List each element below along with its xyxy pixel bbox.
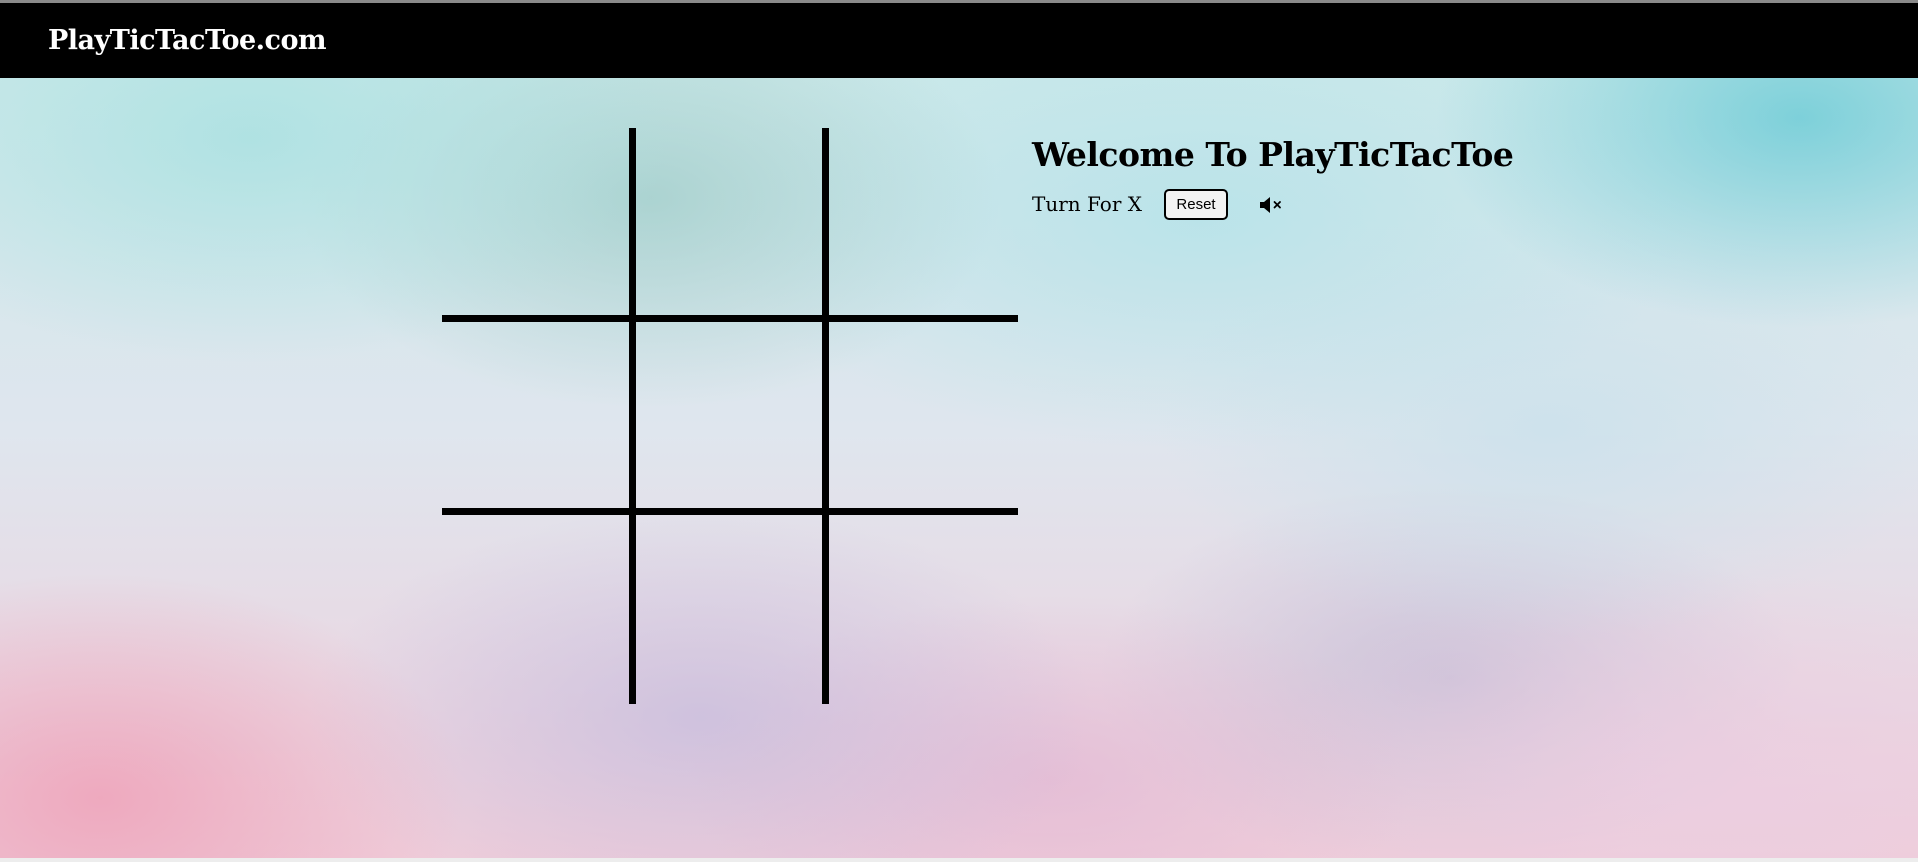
navbar: PlayTicTacToe.com: [0, 3, 1918, 78]
board-cell-4[interactable]: [442, 322, 630, 510]
game-info-panel: Welcome To PlayTicTacToe Turn For X Rese…: [1032, 133, 1514, 220]
board-cell-7[interactable]: [442, 515, 630, 703]
board-cell-6[interactable]: [829, 322, 1017, 510]
board-cell-1[interactable]: [442, 128, 630, 316]
page-title: Welcome To PlayTicTacToe: [1032, 135, 1514, 174]
board-cell-3[interactable]: [829, 128, 1017, 316]
board-cell-8[interactable]: [636, 515, 824, 703]
board-cell-9[interactable]: [829, 515, 1017, 703]
reset-button[interactable]: Reset: [1164, 189, 1228, 220]
board-cell-2[interactable]: [636, 128, 824, 316]
game-controls: Turn For X Reset: [1032, 187, 1332, 221]
grid-line-horizontal-top: [442, 315, 1018, 322]
grid-line-vertical-left: [629, 128, 636, 704]
brand-link[interactable]: PlayTicTacToe.com: [48, 25, 327, 57]
board-cell-5[interactable]: [636, 322, 824, 510]
tictactoe-board: [442, 128, 1018, 704]
page-bottom-edge: [0, 858, 1918, 862]
speaker-muted-icon[interactable]: [1258, 195, 1288, 215]
turn-indicator: Turn For X: [1032, 192, 1142, 216]
game-area: Welcome To PlayTicTacToe Turn For X Rese…: [0, 78, 1918, 858]
